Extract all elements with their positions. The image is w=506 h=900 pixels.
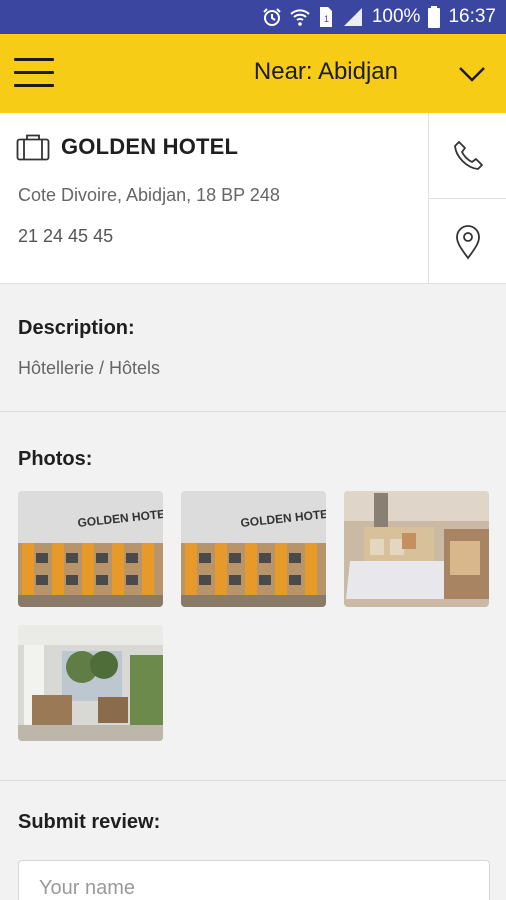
hotel-info-card: GOLDEN HOTEL Cote Divoire, Abidjan, 18 B… [0,113,506,284]
map-button[interactable] [429,198,506,284]
sim-icon: 1 [319,7,332,27]
location-label[interactable]: Near: Abidjan [254,58,398,86]
hotel-phone: 21 24 45 45 [18,226,114,246]
chevron-down-icon[interactable] [456,60,488,88]
hotel-details: GOLDEN HOTEL Cote Divoire, Abidjan, 18 B… [0,113,428,284]
photo-thumbnail[interactable]: GOLDEN HOTEL [181,491,326,607]
hotel-address: Cote Divoire, Abidjan, 18 BP 248 [18,185,280,205]
clock: 16:37 [448,6,496,27]
call-button[interactable] [429,113,506,198]
hotel-title-row: GOLDEN HOTEL [16,133,238,161]
description-text: Hôtellerie / Hôtels [18,358,161,378]
app-bar: Near: Abidjan [0,34,506,113]
photos-section: Photos: GOLDEN HOTEL GOLDEN HOTEL [0,413,506,781]
hotel-actions [428,113,506,284]
phone-icon [453,140,483,170]
battery-level: 100% [371,6,421,27]
review-section: Submit review: [0,782,506,900]
photo-thumbnail[interactable] [18,625,163,741]
battery-icon [428,6,441,28]
description-section: Description: Hôtellerie / Hôtels [0,285,506,412]
photo-thumbnail[interactable]: GOLDEN HOTEL [18,491,163,607]
signal-icon [343,8,362,26]
description-title: Description: [18,317,135,339]
svg-text:1: 1 [324,14,329,24]
photos-title: Photos: [18,448,93,470]
briefcase-icon [16,134,50,161]
name-input[interactable] [18,860,490,900]
alarm-icon [263,8,281,26]
status-bar: 1 100% 16:37 [0,0,506,34]
photo-thumbnail[interactable] [344,491,489,607]
review-title: Submit review: [18,811,161,833]
map-pin-icon [455,224,480,260]
hotel-name: GOLDEN HOTEL [61,134,239,159]
hamburger-menu-icon[interactable] [14,56,56,90]
wifi-icon [290,9,310,26]
